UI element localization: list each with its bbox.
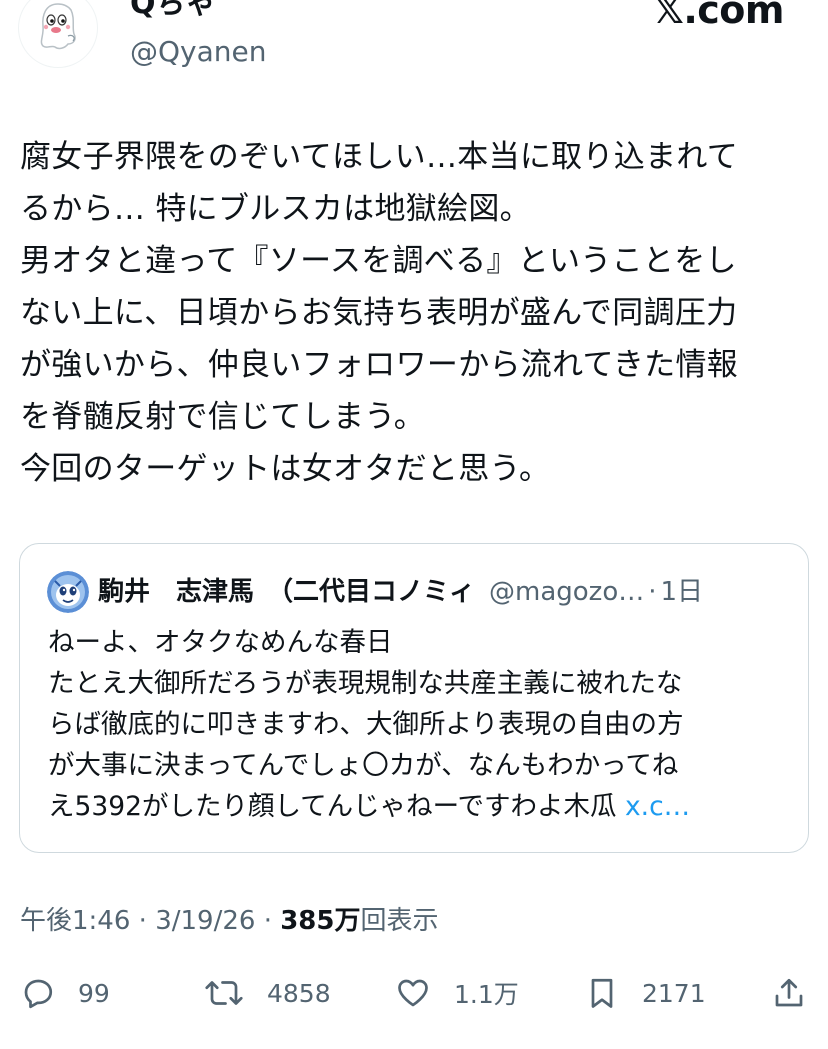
tweet-time[interactable]: 午後1:46 — [20, 906, 130, 936]
repost-button[interactable]: 4858 — [203, 965, 331, 1021]
tweet-meta: 午後1:46 · 3/19/26 · 385万回表示 — [20, 902, 439, 940]
bookmark-count: 2171 — [642, 978, 706, 1008]
like-button[interactable]: 1.1万 — [394, 965, 519, 1021]
author-handle[interactable]: @Qyanen — [130, 34, 267, 70]
tweet-text-line: 男オタと違って『ソースを調べる』ということをし — [20, 243, 737, 279]
quoted-text-line: え5392がしたり顔してんじゃねーですわよ木瓜 x.c… — [48, 786, 798, 827]
meta-separator: · — [138, 906, 147, 936]
reply-count: 99 — [78, 978, 110, 1008]
share-button[interactable] — [771, 965, 807, 1021]
site-logo: 𝕏.com — [653, 0, 784, 32]
meta-separator: · — [263, 906, 272, 936]
quoted-text-line: が大事に決まってんでしょ〇カが、なんもわかってね — [48, 750, 679, 781]
quoted-text-line: ねーよ、オタクなめんな春日 — [48, 627, 393, 658]
tweet-text-line: 今回のターゲットは女オタだと思う。 — [20, 451, 551, 487]
reply-icon — [20, 975, 56, 1011]
author-name[interactable]: Qちゃ — [130, 0, 216, 22]
tweet-text-line: が強いから、仲良いフォロワーから流れてきた情報 — [20, 347, 739, 383]
tweet-text-line: 腐女子界隈をのぞいてほしい…本当に取り込まれて — [20, 139, 739, 175]
views-label: 回表示 — [360, 906, 439, 936]
quoted-header: 駒井 志津馬 （二代目コノミィ @magozo… · 1日 — [98, 573, 703, 611]
quoted-author-avatar[interactable] — [47, 571, 89, 613]
tweet-text-line: を脊髄反射で信じてしまう。 — [20, 399, 426, 435]
quoted-timestamp[interactable]: 1日 — [661, 577, 704, 607]
ghost-avatar-icon — [35, 0, 81, 56]
quoted-text-line: たとえ大御所だろうが表現規制な共産主義に被れたな — [48, 668, 683, 699]
action-bar: 99 4858 1.1万 2171 — [0, 965, 828, 1025]
bookmark-icon — [584, 975, 620, 1011]
bookmark-button[interactable]: 2171 — [584, 965, 706, 1021]
share-icon — [771, 975, 807, 1011]
like-count: 1.1万 — [454, 980, 519, 1009]
tweet-text-line: ない上に、日頃からお気持ち表明が盛んで同調圧力 — [20, 295, 738, 331]
quoted-text-line: らば徹底的に叩きますわ、大御所より表現の自由の方 — [48, 709, 684, 740]
repost-count: 4858 — [267, 978, 331, 1008]
tweet-text: 腐女子界隈をのぞいてほしい…本当に取り込まれて るから… 特にブルスカは地獄絵図… — [20, 131, 820, 495]
quoted-show-more-link[interactable]: x.c… — [625, 791, 690, 822]
quoted-text-last: え5392がしたり顔してんじゃねーですわよ木瓜 — [48, 791, 617, 822]
repost-icon — [203, 975, 245, 1011]
quoted-separator: · — [648, 577, 657, 607]
reply-button[interactable]: 99 — [20, 965, 110, 1021]
tweet-date[interactable]: 3/19/26 — [155, 906, 255, 936]
author-avatar[interactable] — [18, 0, 98, 68]
views-count: 385万 — [280, 906, 361, 936]
tweet-text-line: るから… 特にブルスカは地獄絵図。 — [20, 191, 531, 227]
quoted-tweet-card[interactable]: 駒井 志津馬 （二代目コノミィ @magozo… · 1日 ねーよ、オタクなめんな春日… — [19, 543, 809, 853]
quoted-author-name[interactable]: 駒井 志津馬 （二代目コノミィ — [98, 577, 475, 607]
quoted-tweet-text: ねーよ、オタクなめんな春日 たとえ大御所だろうが表現規制な共産主義に被れたな ら… — [48, 622, 798, 827]
quoted-author-handle[interactable]: @magozo… — [489, 577, 644, 607]
heart-icon — [394, 975, 432, 1011]
